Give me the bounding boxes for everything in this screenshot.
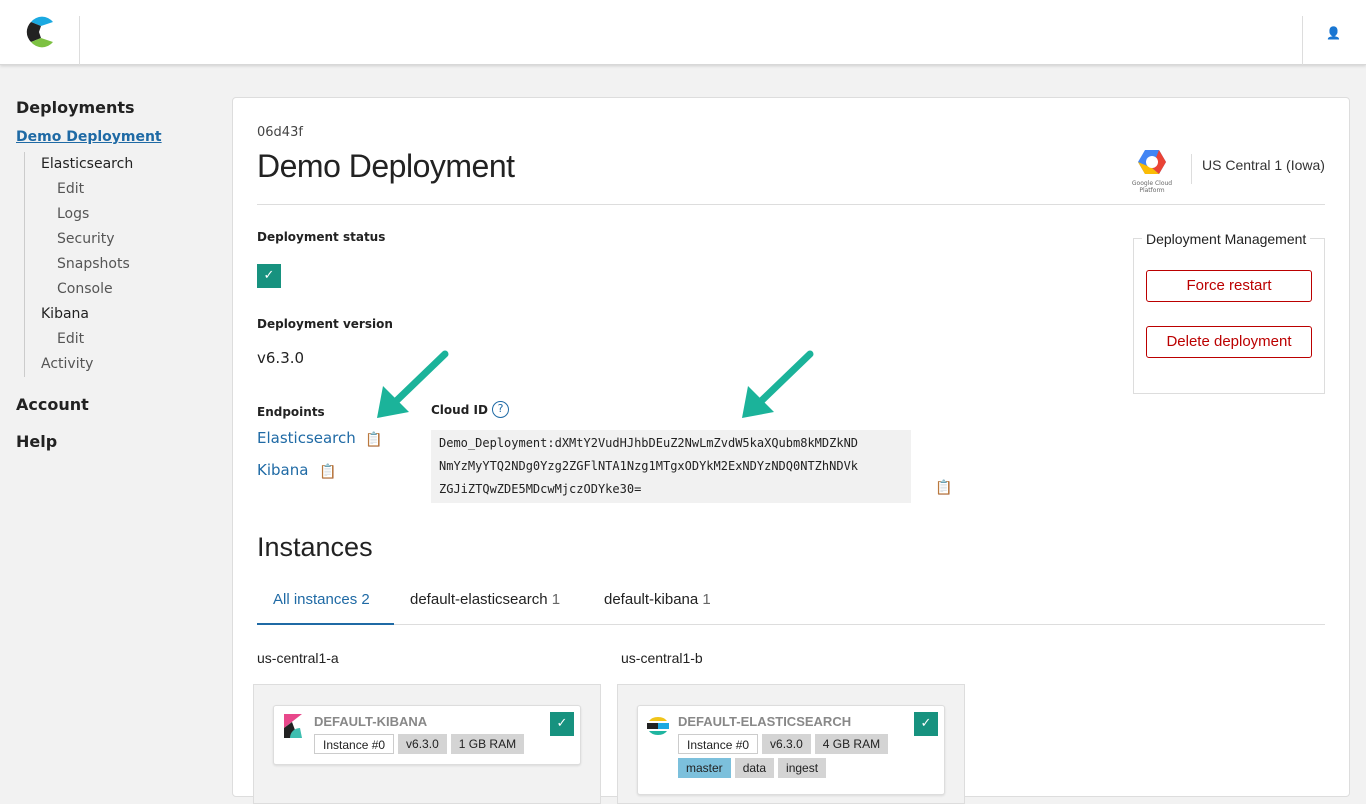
zone-us-central1-b: DEFAULT-ELASTICSEARCH ✓ Instance #0 v6.3…: [617, 684, 965, 804]
annotation-arrow: [742, 350, 814, 418]
sidebar-item-security[interactable]: Security: [41, 227, 216, 252]
role-tag-ingest: ingest: [778, 758, 827, 778]
version-tag: v6.3.0: [398, 734, 447, 754]
role-tag-master: master: [678, 758, 731, 778]
divider: [257, 204, 1325, 205]
help-icon[interactable]: ?: [492, 401, 509, 418]
healthy-check-icon: ✓: [550, 712, 574, 736]
tab-default-kibana[interactable]: default-kibana 1: [604, 580, 711, 620]
page-title: Demo Deployment: [257, 148, 515, 184]
copy-icon[interactable]: 📋: [319, 464, 336, 480]
copy-icon[interactable]: 📋: [365, 432, 382, 448]
divider: [1191, 154, 1192, 184]
sidebar: Deployments Demo Deployment Elasticsearc…: [16, 98, 216, 451]
sidebar-item-logs[interactable]: Logs: [41, 202, 216, 227]
gcp-logo: Google Cloud Platform: [1119, 148, 1185, 194]
sidebar-item-kibana-edit[interactable]: Edit: [41, 327, 216, 352]
sidebar-item-account[interactable]: Account: [16, 395, 216, 414]
instance-name: DEFAULT-ELASTICSEARCH: [678, 714, 852, 729]
instance-tag: Instance #0: [678, 734, 759, 754]
zone-label: us-central1-b: [621, 650, 703, 666]
zone-label: us-central1-a: [257, 650, 339, 666]
instance-tag: Instance #0: [314, 734, 395, 754]
delete-deployment-button[interactable]: Delete deployment: [1146, 326, 1312, 358]
kibana-icon: [284, 714, 302, 738]
deployment-card: 06d43f Demo Deployment Google Cloud Plat…: [232, 97, 1350, 804]
version-label: Deployment version: [257, 317, 393, 331]
deployment-id: 06d43f: [257, 125, 303, 140]
cloud-id-value[interactable]: Demo_Deployment:dXMtY2VudHJhbDEuZ2NwLmZv…: [431, 430, 911, 503]
sidebar-title: Deployments: [16, 98, 135, 117]
ram-tag: 4 GB RAM: [814, 734, 889, 754]
annotation-arrow: [377, 350, 449, 418]
ram-tag: 1 GB RAM: [450, 734, 525, 754]
elasticsearch-icon: [647, 717, 669, 735]
management-panel: Deployment Management Force restart Dele…: [1133, 231, 1325, 394]
sidebar-item-activity[interactable]: Activity: [41, 352, 216, 377]
version-tag: v6.3.0: [762, 734, 811, 754]
sidebar-tree: Elasticsearch Edit Logs Security Snapsho…: [24, 152, 216, 377]
sidebar-item-kibana[interactable]: Kibana: [41, 302, 216, 327]
tab-default-elasticsearch[interactable]: default-elasticsearch 1: [410, 580, 560, 620]
instance-card-elasticsearch[interactable]: DEFAULT-ELASTICSEARCH ✓ Instance #0 v6.3…: [637, 705, 945, 795]
divider: [1302, 16, 1303, 65]
status-label: Deployment status: [257, 230, 386, 244]
copy-icon[interactable]: 📋: [935, 480, 952, 496]
endpoint-kibana-link[interactable]: Kibana: [257, 461, 308, 479]
instances-title: Instances: [257, 532, 373, 562]
healthy-check-icon: ✓: [257, 264, 281, 288]
instance-card-kibana[interactable]: DEFAULT-KIBANA ✓ Instance #0 v6.3.0 1 GB…: [273, 705, 581, 765]
tab-all-instances[interactable]: All instances 2: [257, 580, 394, 625]
elastic-cloud-logo[interactable]: [25, 16, 55, 48]
sidebar-item-es-edit[interactable]: Edit: [41, 177, 216, 202]
endpoint-elasticsearch-link[interactable]: Elasticsearch: [257, 429, 356, 447]
divider: [79, 16, 80, 65]
instance-name: DEFAULT-KIBANA: [314, 714, 428, 729]
sidebar-item-elasticsearch[interactable]: Elasticsearch: [41, 152, 216, 177]
endpoints-label: Endpoints: [257, 405, 325, 419]
sidebar-item-snapshots[interactable]: Snapshots: [41, 252, 216, 277]
zone-us-central1-a: DEFAULT-KIBANA ✓ Instance #0 v6.3.0 1 GB…: [253, 684, 601, 804]
role-tag-data: data: [734, 758, 775, 778]
region: US Central 1 (Iowa): [1202, 157, 1325, 173]
sidebar-item-help[interactable]: Help: [16, 432, 216, 451]
instance-tabs: All instances 2 default-elasticsearch 1 …: [257, 580, 1325, 625]
user-icon[interactable]: 👤: [1326, 26, 1341, 40]
sidebar-item-console[interactable]: Console: [41, 277, 216, 302]
force-restart-button[interactable]: Force restart: [1146, 270, 1312, 302]
sidebar-current-deployment[interactable]: Demo Deployment: [16, 129, 216, 145]
management-title: Deployment Management: [1142, 231, 1311, 247]
version-value: v6.3.0: [257, 349, 305, 367]
top-bar: 👤: [0, 0, 1366, 65]
healthy-check-icon: ✓: [914, 712, 938, 736]
